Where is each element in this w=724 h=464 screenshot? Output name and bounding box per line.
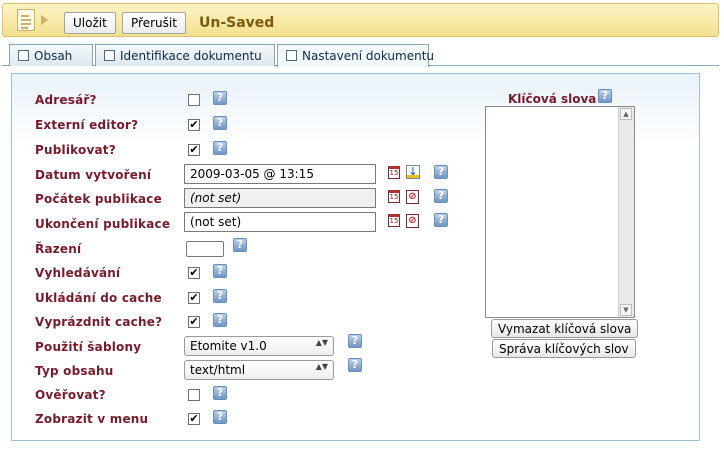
- clear-date-icon[interactable]: ⊘: [406, 190, 419, 204]
- published-label: Publikovat?: [35, 143, 116, 157]
- tab-content[interactable]: Obsah: [9, 44, 93, 66]
- keywords-list[interactable]: ▲ ▼: [485, 106, 635, 318]
- help-icon[interactable]: ?: [598, 89, 612, 103]
- tab-document-settings[interactable]: Nastavení dokumentu: [277, 44, 434, 67]
- cancel-button[interactable]: Přerušit: [122, 12, 186, 34]
- help-icon[interactable]: ?: [213, 289, 227, 303]
- pub-start-field[interactable]: (not set): [184, 188, 376, 208]
- pub-end-label: Ukončení publikace: [35, 217, 171, 231]
- show-in-menu-label: Zobrazit v menu: [35, 412, 149, 426]
- keywords-scrollbar[interactable]: ▲ ▼: [618, 107, 634, 317]
- template-label: Použití šablony: [35, 340, 142, 354]
- document-status-title: Un-Saved: [199, 15, 275, 31]
- help-icon[interactable]: ?: [213, 264, 227, 278]
- select-arrows-icon: ▲▼: [315, 362, 328, 371]
- tab-document-identification[interactable]: Identifikace dokumentu: [95, 44, 275, 66]
- clear-keywords-button[interactable]: Vymazat klíčová slova: [491, 319, 639, 338]
- help-icon[interactable]: ?: [213, 141, 227, 155]
- clear-cache-label: Vyprázdnit cache?: [35, 315, 163, 329]
- help-icon[interactable]: ?: [213, 116, 227, 130]
- calendar-icon[interactable]: 15: [388, 166, 400, 179]
- help-icon[interactable]: ?: [233, 238, 247, 252]
- authenticate-checkbox[interactable]: [188, 389, 200, 401]
- published-checkbox[interactable]: ✔: [188, 144, 200, 156]
- manage-keywords-button[interactable]: Správa klíčových slov: [492, 339, 636, 358]
- menu-arrow-icon[interactable]: [41, 15, 48, 25]
- clear-date-icon[interactable]: ⊘: [406, 214, 419, 228]
- help-icon[interactable]: ?: [434, 189, 448, 203]
- order-input[interactable]: [186, 241, 224, 257]
- searchable-checkbox[interactable]: ✔: [188, 267, 200, 279]
- help-icon[interactable]: ?: [213, 91, 227, 105]
- calendar-icon[interactable]: 15: [388, 190, 400, 203]
- help-icon[interactable]: ?: [348, 358, 362, 372]
- scroll-up-icon[interactable]: ▲: [620, 108, 632, 120]
- template-select-value: Etomite v1.0: [190, 339, 267, 353]
- clear-cache-checkbox[interactable]: ✔: [188, 316, 200, 328]
- action-bar: Uložit Přerušit Un-Saved: [2, 3, 719, 37]
- document-icon: [17, 9, 35, 31]
- rich-editor-label: Externí editor?: [35, 118, 139, 132]
- save-button[interactable]: Uložit: [64, 12, 116, 34]
- tab-label: Identifikace dokumentu: [120, 49, 262, 63]
- rich-editor-checkbox[interactable]: ✔: [188, 119, 200, 131]
- tab-label: Nastavení dokumentu: [302, 49, 435, 63]
- tab-checkbox-icon: [104, 50, 115, 61]
- order-label: Řazení: [35, 242, 82, 256]
- content-type-select-value: text/html: [190, 363, 246, 377]
- pub-start-label: Počátek publikace: [35, 192, 162, 206]
- content-type-select[interactable]: text/html ▲▼: [184, 360, 334, 380]
- set-now-icon[interactable]: ↓: [406, 165, 420, 179]
- tab-label: Obsah: [34, 49, 73, 63]
- searchable-label: Vyhledávání: [35, 266, 121, 280]
- created-date-field[interactable]: 2009-03-05 @ 13:15: [184, 164, 376, 184]
- cacheable-label: Ukládání do cache: [35, 291, 162, 305]
- cacheable-checkbox[interactable]: ✔: [188, 292, 200, 304]
- template-select[interactable]: Etomite v1.0 ▲▼: [184, 336, 334, 356]
- tab-checkbox-icon: [18, 50, 29, 61]
- help-icon[interactable]: ?: [213, 386, 227, 400]
- help-icon[interactable]: ?: [434, 213, 448, 227]
- help-icon[interactable]: ?: [434, 165, 448, 179]
- select-arrows-icon: ▲▼: [315, 338, 328, 347]
- scroll-down-icon[interactable]: ▼: [620, 304, 632, 316]
- folder-label: Adresář?: [35, 93, 97, 107]
- tab-checkbox-icon: [286, 50, 297, 61]
- calendar-icon[interactable]: 15: [388, 214, 400, 227]
- keywords-title: Klíčová slova: [508, 92, 597, 106]
- help-icon[interactable]: ?: [348, 334, 362, 348]
- show-in-menu-checkbox[interactable]: ✔: [188, 413, 200, 425]
- created-date-label: Datum vytvoření: [35, 168, 152, 182]
- help-icon[interactable]: ?: [213, 313, 227, 327]
- folder-checkbox[interactable]: [188, 94, 200, 106]
- authenticate-label: Ověřovat?: [35, 388, 106, 402]
- content-type-label: Typ obsahu: [35, 364, 114, 378]
- pub-end-field[interactable]: (not set): [184, 212, 376, 232]
- help-icon[interactable]: ?: [213, 410, 227, 424]
